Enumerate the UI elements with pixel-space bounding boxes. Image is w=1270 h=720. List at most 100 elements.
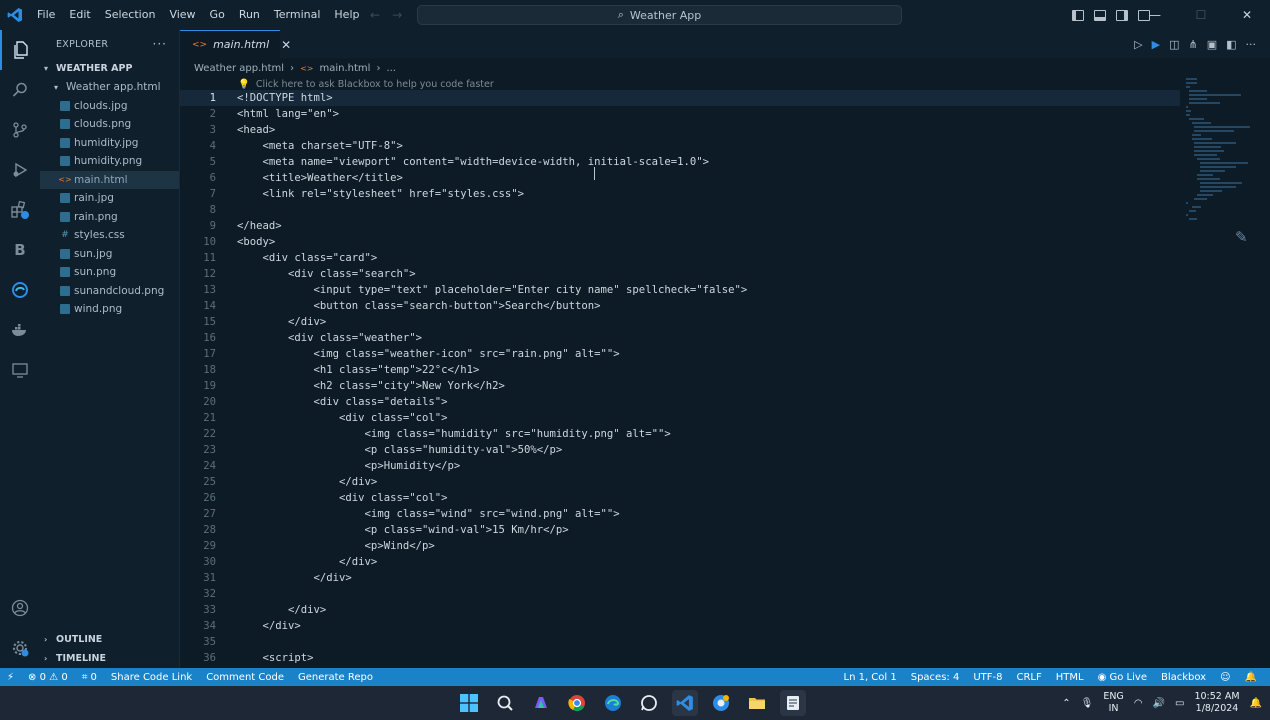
file-item[interactable]: sunandcloud.png <box>40 282 179 301</box>
more-actions-icon[interactable]: ··· <box>1246 38 1257 51</box>
notifications-bell-icon[interactable]: 🔔 <box>1238 672 1264 683</box>
file-explorer-icon[interactable] <box>744 690 770 716</box>
breadcrumb-file[interactable]: main.html <box>319 63 370 74</box>
minimap[interactable] <box>1186 78 1251 220</box>
blackbox-icon[interactable]: B <box>0 230 40 270</box>
menu-run[interactable]: Run <box>232 0 267 30</box>
explorer-icon[interactable] <box>0 30 40 70</box>
breadcrumb-more[interactable]: ... <box>386 63 396 74</box>
vscode-taskbar-icon[interactable] <box>672 690 698 716</box>
breadcrumb-folder[interactable]: Weather app.html <box>194 63 284 74</box>
open-changes-icon[interactable]: ▣ <box>1207 38 1217 51</box>
file-item[interactable]: rain.jpg <box>40 189 179 208</box>
split-editor-icon[interactable]: ◧ <box>1226 38 1236 51</box>
language-mode[interactable]: HTML <box>1049 672 1091 683</box>
tab-main-html[interactable]: <> main.html ✕ <box>180 30 291 58</box>
cursor-position[interactable]: Ln 1, Col 1 <box>837 672 904 683</box>
edge-icon[interactable] <box>600 690 626 716</box>
menu-help[interactable]: Help <box>327 0 366 30</box>
clock[interactable]: 10:52 AM 1/8/2024 <box>1194 691 1239 715</box>
share-code-link-button[interactable]: Share Code Link <box>104 672 199 683</box>
source-control-icon[interactable] <box>0 110 40 150</box>
file-item[interactable]: # styles.css <box>40 226 179 245</box>
folder-weather-app[interactable]: ▾ WEATHER APP <box>40 58 179 78</box>
toggle-secondary-sidebar-icon[interactable] <box>1116 9 1128 21</box>
run-debug-icon[interactable] <box>0 150 40 190</box>
comment-code-button[interactable]: Comment Code <box>199 672 291 683</box>
indentation[interactable]: Spaces: 4 <box>904 672 967 683</box>
minimap-line <box>1186 110 1191 112</box>
blackbox-pen-icon[interactable]: ✎ <box>1235 228 1248 246</box>
remote-explorer-icon[interactable] <box>0 350 40 390</box>
file-item[interactable]: humidity.jpg <box>40 134 179 153</box>
file-item[interactable]: sun.png <box>40 263 179 282</box>
menu-go[interactable]: Go <box>203 0 232 30</box>
subfolder-weather-app-html[interactable]: ▾ Weather app.html <box>40 78 179 97</box>
encoding[interactable]: UTF-8 <box>966 672 1009 683</box>
file-item[interactable]: rain.png <box>40 208 179 227</box>
tab-bar: <> main.html ✕ ▷ ▶ ◫ ⋔ ▣ ◧ ··· <box>180 30 1270 58</box>
command-center-search[interactable]: ⌕ Weather App <box>417 5 902 25</box>
blackbox-hint[interactable]: 💡 Click here to ask Blackbox to help you… <box>238 79 494 90</box>
menu-terminal[interactable]: Terminal <box>267 0 328 30</box>
code-line: 2 <html lang="en"> <box>180 106 1180 122</box>
docker-icon[interactable] <box>0 310 40 350</box>
go-live-button[interactable]: ◉ Go Live <box>1091 672 1154 683</box>
windows-start-icon[interactable] <box>456 690 482 716</box>
generate-repo-button[interactable]: Generate Repo <box>291 672 380 683</box>
end-of-line[interactable]: CRLF <box>1009 672 1048 683</box>
remote-icon[interactable]: ⚡ <box>0 672 21 683</box>
edge-devtools-icon[interactable] <box>0 270 40 310</box>
code-editor[interactable]: 1 <!DOCTYPE html> 2 <html lang="en"> 3 <head>… <box>180 90 1180 666</box>
language-indicator[interactable]: ENG IN <box>1103 691 1123 715</box>
file-item[interactable]: <> main.html <box>40 170 179 189</box>
vscode-logo-icon[interactable] <box>0 0 30 30</box>
whatsapp-icon[interactable] <box>636 690 662 716</box>
run-icon[interactable]: ▷ <box>1134 38 1142 51</box>
show-hidden-icons-icon[interactable]: ⌃ <box>1062 698 1070 709</box>
wifi-icon[interactable]: ◠ <box>1134 698 1143 709</box>
search-icon[interactable] <box>0 70 40 110</box>
microphone-icon[interactable]: 🎙 <box>1081 698 1094 709</box>
file-item[interactable]: sun.jpg <box>40 245 179 264</box>
file-item[interactable]: clouds.jpg <box>40 97 179 116</box>
blackbox-action-icon[interactable]: ▶ <box>1152 38 1160 51</box>
back-arrow-icon[interactable]: ← <box>370 8 380 22</box>
more-actions-icon[interactable]: ··· <box>153 37 167 51</box>
ports-indicator[interactable]: ⌗ 0 <box>75 672 104 683</box>
chrome-icon[interactable] <box>564 690 590 716</box>
minimize-icon[interactable]: — <box>1132 0 1178 30</box>
notepad-icon[interactable] <box>780 690 806 716</box>
timeline-section[interactable]: › TIMELINE <box>40 649 180 668</box>
menu-edit[interactable]: Edit <box>62 0 97 30</box>
extensions-icon[interactable] <box>0 190 40 230</box>
menu-file[interactable]: File <box>30 0 62 30</box>
close-tab-icon[interactable]: ✕ <box>281 38 291 52</box>
file-item[interactable]: clouds.png <box>40 115 179 134</box>
copilot-icon[interactable] <box>528 690 554 716</box>
file-item[interactable]: humidity.png <box>40 152 179 171</box>
manage-gear-icon[interactable] <box>0 628 40 668</box>
close-window-icon[interactable]: ✕ <box>1224 0 1270 30</box>
menu-selection[interactable]: Selection <box>98 0 163 30</box>
chrome-dev-icon[interactable] <box>708 690 734 716</box>
outline-section[interactable]: › OUTLINE <box>40 630 180 649</box>
toggle-primary-sidebar-icon[interactable] <box>1072 9 1084 21</box>
open-preview-icon[interactable]: ◫ <box>1169 38 1179 51</box>
feedback-icon[interactable]: ☺ <box>1213 672 1237 683</box>
maximize-icon[interactable]: ☐ <box>1178 0 1224 30</box>
forward-arrow-icon[interactable]: → <box>392 8 402 22</box>
battery-icon[interactable]: ▭ <box>1175 698 1184 709</box>
problems-indicator[interactable]: ⊗ 0 ⚠ 0 <box>21 672 75 683</box>
account-icon[interactable] <box>0 588 40 628</box>
line-text: <head> <box>237 124 276 136</box>
toggle-panel-icon[interactable] <box>1094 9 1106 21</box>
notifications-icon[interactable]: 🔔 <box>1250 698 1262 709</box>
search-icon[interactable] <box>492 690 518 716</box>
code-line: 26 <div class="col"> <box>180 490 1180 506</box>
compare-icon[interactable]: ⋔ <box>1188 38 1197 51</box>
file-item[interactable]: wind.png <box>40 300 179 319</box>
blackbox-status[interactable]: Blackbox <box>1154 672 1213 683</box>
menu-view[interactable]: View <box>162 0 202 30</box>
volume-icon[interactable]: 🔊 <box>1153 698 1165 709</box>
